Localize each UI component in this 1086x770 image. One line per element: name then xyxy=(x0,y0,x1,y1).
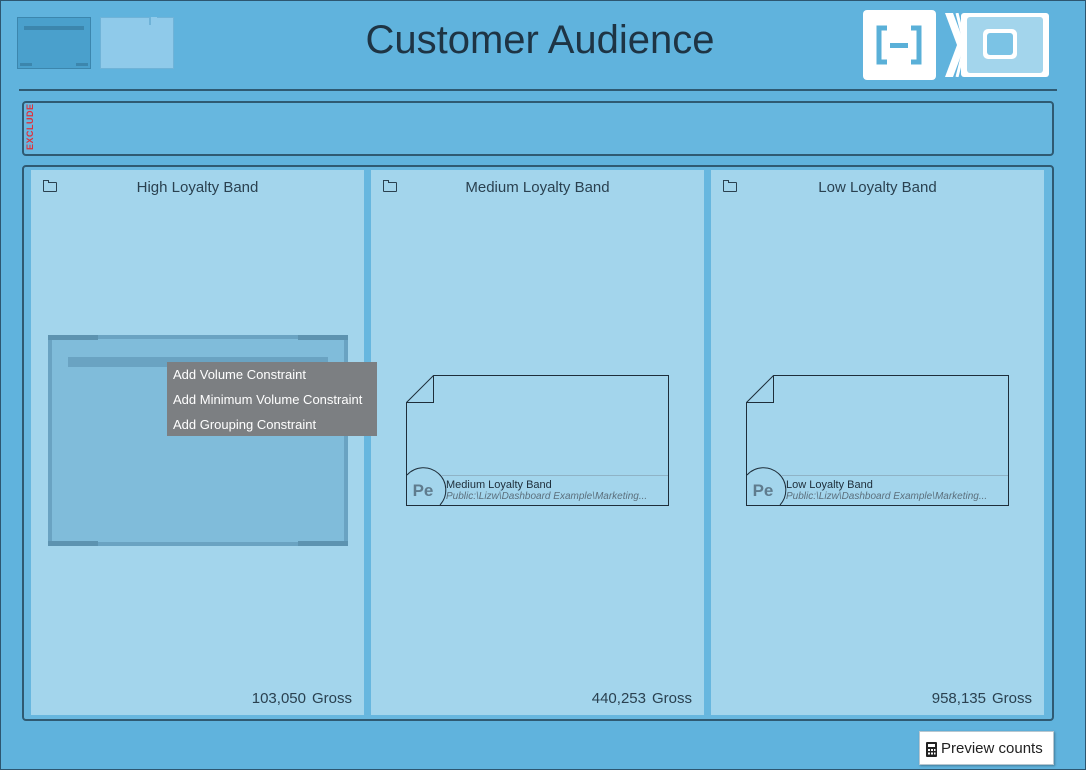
layout-thumbnail-1[interactable] xyxy=(17,17,91,69)
band-count: 440,253 Gross xyxy=(592,690,692,707)
drop-box-corner xyxy=(48,541,98,546)
drop-box-corner xyxy=(298,541,348,546)
preview-counts-label: Preview counts xyxy=(941,740,1043,757)
card-type-badge: Pe xyxy=(412,481,434,500)
band-title: High Loyalty Band xyxy=(136,179,259,196)
drop-box-corner xyxy=(298,335,348,340)
card-type-badge: Pe xyxy=(752,481,774,500)
thumbnail-tab xyxy=(149,17,157,25)
layout-thumbnail-2[interactable] xyxy=(100,17,174,69)
calculator-icon xyxy=(926,741,937,757)
thumbnail-corner xyxy=(20,63,32,66)
count-value: 103,050 xyxy=(251,690,306,707)
count-value: 440,253 xyxy=(591,690,646,707)
count-unit: Gross xyxy=(311,690,352,707)
exclude-label: EXCLUDE xyxy=(25,103,35,150)
segment-card-low[interactable]: Pe Low Loyalty Band Public:\Lizw\Dashboa… xyxy=(746,375,1009,506)
count-value: 958,135 xyxy=(931,690,986,707)
band-title: Low Loyalty Band xyxy=(818,179,937,196)
preview-counts-button[interactable]: Preview counts xyxy=(919,731,1054,765)
context-menu: Add Volume Constraint Add Minimum Volume… xyxy=(167,362,377,436)
card-path: Public:\Lizw\Dashboard Example\Marketing… xyxy=(446,491,648,502)
card-icon xyxy=(945,12,1049,78)
page-title: Customer Audience xyxy=(365,18,715,62)
menu-item-add-grouping-constraint[interactable]: Add Grouping Constraint xyxy=(167,415,377,440)
menu-item-add-volume-constraint[interactable]: Add Volume Constraint xyxy=(167,365,377,390)
card-name: Low Loyalty Band xyxy=(786,479,873,491)
card-name: Medium Loyalty Band xyxy=(446,479,552,491)
view-toggle-card-button[interactable] xyxy=(945,12,1049,78)
band-title: Medium Loyalty Band xyxy=(465,179,610,196)
menu-item-add-minimum-volume-constraint[interactable]: Add Minimum Volume Constraint xyxy=(167,390,377,415)
band-count: 958,135 Gross xyxy=(932,690,1032,707)
thumbnail-corner xyxy=(76,63,88,66)
card-path: Public:\Lizw\Dashboard Example\Marketing… xyxy=(786,491,988,502)
count-unit: Gross xyxy=(651,690,692,707)
header-divider xyxy=(19,89,1057,91)
segment-card-medium[interactable]: Pe Medium Loyalty Band Public:\Lizw\Dash… xyxy=(406,375,669,506)
band-count: 103,050 Gross xyxy=(252,690,352,707)
view-toggle-brackets-button[interactable] xyxy=(863,10,936,80)
brackets-icon xyxy=(876,25,922,65)
exclude-drop-zone[interactable] xyxy=(22,101,1054,156)
count-unit: Gross xyxy=(991,690,1032,707)
thumbnail-bar xyxy=(24,26,84,30)
drop-box-corner xyxy=(48,335,98,340)
